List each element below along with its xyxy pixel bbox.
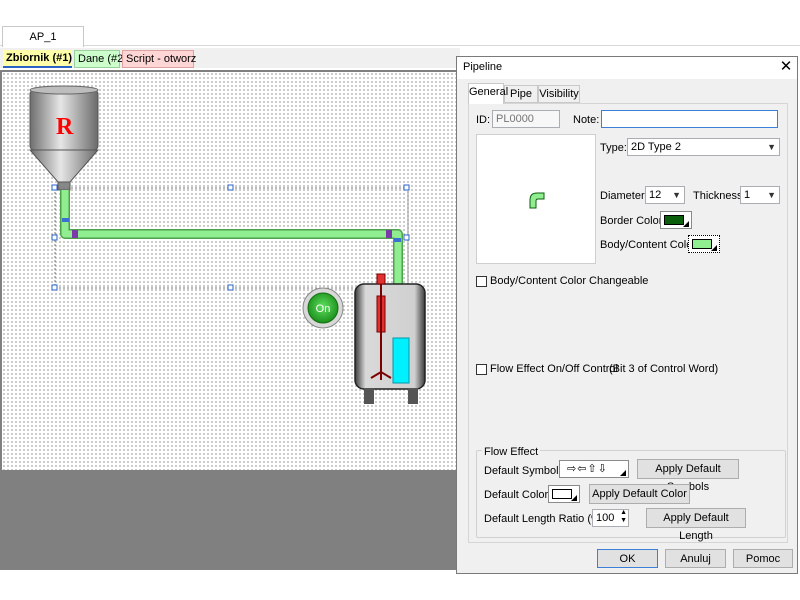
type-label: Type: — [600, 142, 627, 154]
flow-effect-control-label: Flow Effect On/Off Control — [490, 363, 618, 375]
length-ratio-stepper[interactable]: 100 ▲ ▼ — [592, 509, 629, 527]
note-input[interactable] — [601, 110, 778, 128]
flow-effect-control-checkbox[interactable] — [476, 364, 487, 375]
help-button[interactable]: Pomoc — [733, 549, 793, 568]
chevron-down-icon: ▼ — [767, 142, 776, 152]
default-color-button[interactable] — [548, 485, 580, 503]
id-field[interactable] — [492, 110, 560, 128]
close-icon[interactable]: ✕ — [777, 58, 795, 76]
dropdown-triangle-icon — [571, 495, 577, 501]
thickness-value: 1 — [744, 189, 751, 201]
tab-general[interactable]: General — [468, 83, 508, 104]
flow-effect-title: Flow Effect — [482, 446, 541, 458]
border-color-label: Border Color: — [600, 215, 666, 227]
dropdown-triangle-icon — [620, 470, 626, 476]
pipeline[interactable] — [60, 190, 403, 288]
flow-arrows-icon: ⇨⇦⇧⇩ — [567, 462, 608, 475]
default-color-swatch — [552, 489, 572, 499]
diameter-value: 12 — [649, 189, 662, 201]
type-select[interactable]: 2D Type 2 ▼ — [627, 138, 780, 156]
body-color-button[interactable] — [688, 235, 720, 253]
body-color-swatch — [692, 239, 712, 249]
dropdown-triangle-icon — [711, 245, 717, 251]
chevron-down-icon: ▼ — [672, 190, 681, 200]
chevron-down-icon: ▼ — [767, 190, 776, 200]
default-color-label: Default Color: — [484, 489, 552, 501]
tab-visibility[interactable]: Visibility — [538, 85, 580, 103]
id-label: ID: — [476, 114, 491, 126]
apply-default-length-button[interactable]: Apply Default Length — [646, 508, 746, 542]
dropdown-triangle-icon — [683, 221, 689, 227]
on-button-label: On — [316, 303, 331, 315]
default-symbols-button[interactable]: ⇨⇦⇧⇩ — [559, 460, 629, 478]
body-color-label: Body/Content Color: — [600, 239, 700, 251]
type-value: 2D Type 2 — [631, 141, 681, 153]
body-color-changeable-label: Body/Content Color Changeable — [490, 275, 649, 287]
body-color-changeable-checkbox[interactable] — [476, 276, 487, 287]
pipe-elbow-icon — [529, 192, 545, 209]
apply-default-symbols-button[interactable]: Apply Default Symbols — [637, 459, 739, 493]
dialog-title: Pipeline — [463, 61, 503, 73]
border-color-swatch — [664, 215, 684, 225]
note-label: Note: — [573, 114, 600, 126]
flow-effect-control-hint: (Bit 3 of Control Word) — [609, 363, 719, 375]
tab-pipe[interactable]: Pipe — [504, 85, 538, 103]
length-ratio-value: 100 — [596, 512, 615, 524]
mixing-tank[interactable] — [354, 273, 426, 404]
ok-button[interactable]: OK — [597, 549, 658, 568]
border-color-button[interactable] — [660, 211, 692, 229]
dialog-titlebar[interactable] — [457, 57, 797, 79]
status-bar — [0, 572, 800, 600]
thickness-label: Thickness: — [693, 190, 746, 202]
diameter-select[interactable]: 12 ▼ — [645, 186, 685, 204]
apply-default-color-button[interactable]: Apply Default Color — [589, 484, 690, 504]
diameter-label: Diameter: — [600, 190, 648, 202]
pipe-preview — [476, 134, 596, 264]
thickness-select[interactable]: 1 ▼ — [740, 186, 780, 204]
cancel-button[interactable]: Anuluj — [665, 549, 726, 568]
canvas-drawing: R On — [28, 85, 426, 404]
length-ratio-label: Default Length Ratio (%): — [484, 513, 608, 525]
default-symbols-label: Default Symbols: — [484, 465, 568, 477]
spin-arrows-icon[interactable]: ▲ ▼ — [620, 509, 627, 525]
silo-letter: R — [56, 114, 74, 140]
